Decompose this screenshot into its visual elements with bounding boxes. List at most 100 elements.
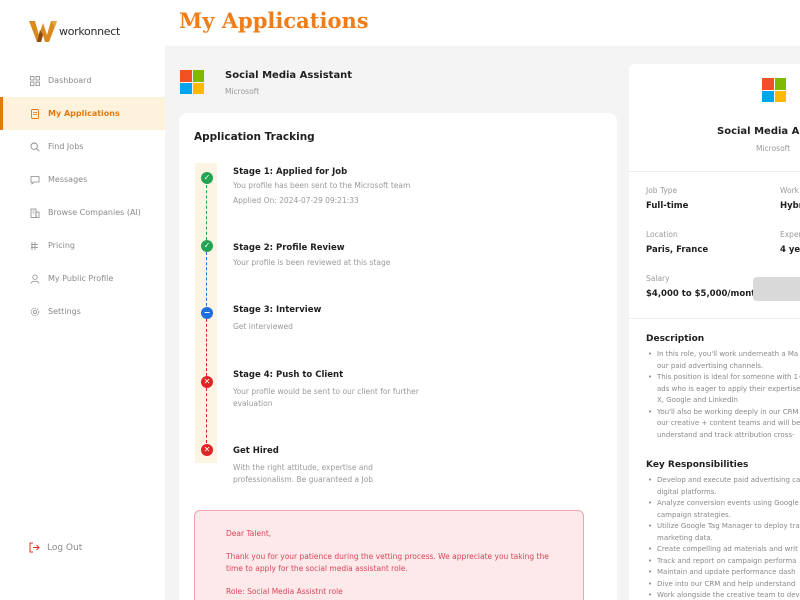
- sidebar-item-browse-companies[interactable]: Browse Companies (AI): [0, 196, 165, 229]
- action-button[interactable]: [753, 277, 800, 301]
- list-item: digital platforms.: [657, 487, 717, 496]
- job-title: Social Media Assistant: [225, 70, 353, 81]
- stage-description: Get interviewed: [233, 322, 293, 331]
- stage-description: Your profile would be sent to our client…: [233, 387, 419, 408]
- microsoft-logo-icon: [180, 70, 204, 94]
- top-header: My Applications: [165, 0, 800, 46]
- experience-value: 4 ye: [780, 245, 800, 255]
- check-icon: ✓: [201, 172, 213, 184]
- gear-icon: [29, 306, 40, 317]
- letter-greeting: Dear Talent,: [226, 529, 272, 538]
- brand-name: workonnect: [59, 24, 121, 38]
- microsoft-logo-icon: [762, 78, 786, 102]
- sidebar-item-label: Dashboard: [48, 76, 92, 85]
- stage-description: You profile has been sent to the Microso…: [233, 181, 411, 190]
- job-company: Microsoft: [225, 87, 260, 96]
- description-list: In this role, you'll work underneath a M…: [646, 349, 800, 441]
- building-icon: [29, 207, 40, 218]
- page-title: My Applications: [179, 8, 369, 33]
- list-item: ads who is eager to apply their expertis…: [657, 384, 800, 393]
- sidebar-item-messages[interactable]: Messages: [0, 163, 165, 196]
- stage-title: Stage 1: Applied for Job: [233, 167, 348, 177]
- list-item: marketing data.: [657, 533, 713, 542]
- work-value: Hybr: [780, 201, 800, 211]
- sidebar-item-public-profile[interactable]: My Public Profile: [0, 262, 165, 295]
- sidebar-item-label: Messages: [48, 175, 88, 184]
- cross-icon: ✕: [201, 444, 213, 456]
- letter-body: Thank you for your patience during the v…: [226, 552, 549, 573]
- responsibilities-title: Key Responsibilities: [646, 460, 749, 470]
- salary-label: Salary: [646, 274, 670, 283]
- list-item: Create compelling ad materials and writ: [646, 544, 800, 556]
- list-item: This position is ideal for someone with …: [646, 372, 800, 384]
- letter-role: Role: Social Media Assistnt role: [226, 587, 343, 596]
- stage-description: Your profile is been reviewed at this st…: [233, 258, 391, 267]
- stage-applied-on: Applied On: 2024-07-29 09:21:33: [233, 196, 359, 205]
- sidebar-item-label: Browse Companies (AI): [48, 208, 141, 217]
- experience-label: Exper: [780, 230, 800, 239]
- description-title: Description: [646, 334, 705, 344]
- sidebar-item-label: Settings: [48, 307, 81, 316]
- tracking-title: Application Tracking: [194, 131, 315, 143]
- list-item: Analyze conversion events using Google: [646, 498, 800, 510]
- list-item: Dive into our CRM and help understand: [646, 579, 800, 591]
- job-type-value: Full-time: [646, 201, 689, 211]
- sidebar-item-pricing[interactable]: Pricing: [0, 229, 165, 262]
- list-item: Develop and execute paid advertising ca: [646, 475, 800, 487]
- workonnect-logo-icon: [29, 21, 57, 42]
- sidebar-item-label: My Public Profile: [48, 274, 114, 283]
- list-item: Track and report on campaign performa: [646, 556, 800, 568]
- document-icon: [29, 108, 40, 119]
- work-label: Work: [780, 186, 799, 195]
- user-icon: [29, 273, 40, 284]
- location-value: Paris, France: [646, 245, 709, 255]
- in-progress-icon: −: [201, 307, 213, 319]
- sidebar-item-find-jobs[interactable]: Find Jobs: [0, 130, 165, 163]
- status-letter: Dear Talent, Thank you for your patience…: [194, 510, 584, 600]
- job-type-label: Job Type: [646, 186, 678, 195]
- job-details-panel: Social Media Assi Microsoft Job Type Ful…: [629, 64, 800, 600]
- logout-button[interactable]: Log Out: [29, 542, 82, 553]
- list-item: Utilize Google Tag Manager to deploy tra: [646, 521, 800, 533]
- details-job-title: Social Media Assi: [717, 126, 800, 137]
- list-item: X, Google and LinkedIn: [657, 396, 738, 404]
- tag-icon: [29, 240, 40, 251]
- sidebar: workonnect Dashboard My Applications Fin…: [0, 0, 165, 600]
- sidebar-item-my-applications[interactable]: My Applications: [0, 97, 165, 130]
- stage-title: Get Hired: [233, 446, 279, 456]
- stage-connector: [206, 319, 207, 376]
- list-item: our creative + content teams and will be: [657, 419, 800, 427]
- divider: [629, 171, 800, 172]
- search-icon: [29, 141, 40, 152]
- stage-connector: [206, 185, 207, 240]
- stage-title: Stage 3: Interview: [233, 305, 322, 315]
- sidebar-item-dashboard[interactable]: Dashboard: [0, 64, 165, 97]
- sidebar-item-label: My Applications: [48, 109, 120, 118]
- brand-logo[interactable]: workonnect: [28, 18, 120, 44]
- list-item: campaign strategies.: [657, 510, 731, 519]
- stage-title: Stage 2: Profile Review: [233, 243, 345, 253]
- sidebar-item-label: Find Jobs: [48, 142, 84, 151]
- list-item: In this role, you'll work underneath a M…: [646, 349, 800, 361]
- stage-connector: [206, 252, 207, 306]
- check-icon: ✓: [201, 240, 213, 252]
- stage-title: Stage 4: Push to Client: [233, 370, 344, 380]
- stage-description: With the right attitude, expertise and p…: [233, 463, 374, 484]
- responsibilities-list: Develop and execute paid advertising ca …: [646, 475, 800, 600]
- sidebar-nav: Dashboard My Applications Find Jobs Mess…: [0, 64, 165, 328]
- salary-value: $4,000 to $5,000/month: [646, 289, 762, 299]
- list-item: understand and track attribution cross-: [657, 430, 795, 439]
- chat-icon: [29, 174, 40, 185]
- logout-label: Log Out: [47, 542, 83, 553]
- list-item: our paid advertising channels.: [657, 361, 764, 370]
- sidebar-item-label: Pricing: [48, 241, 75, 250]
- details-company: Microsoft: [756, 144, 791, 153]
- list-item: Maintain and update performance dash: [646, 567, 800, 579]
- location-label: Location: [646, 230, 678, 239]
- sidebar-item-settings[interactable]: Settings: [0, 295, 165, 328]
- application-tracking-card: Application Tracking ✓ Stage 1: Applied …: [179, 113, 617, 600]
- stage-connector: [206, 388, 207, 443]
- grid-icon: [29, 75, 40, 86]
- divider: [629, 318, 800, 319]
- list-item: Work alongside the creative team to dev: [646, 590, 800, 600]
